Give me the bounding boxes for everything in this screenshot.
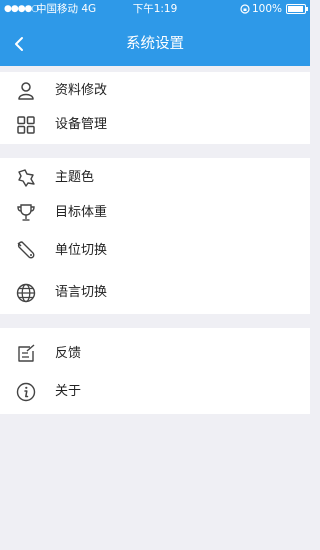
navigation-bar: 系统设置 [0, 22, 310, 66]
battery-percent: 100% [251, 3, 282, 15]
settings-item-label: 关于 [55, 384, 82, 399]
status-right: 100% [240, 0, 308, 18]
person-icon [14, 79, 38, 103]
settings-item-label: 资料修改 [55, 83, 108, 98]
settings-group-preferences: 主题色 目标体重 单位切换 语言切换 [0, 158, 310, 314]
grid-icon [14, 113, 38, 137]
settings-item-label: 设备管理 [55, 117, 108, 132]
settings-group-account: 资料修改 设备管理 [0, 72, 310, 144]
info-icon [14, 380, 38, 404]
settings-item-label: 语言切换 [55, 285, 108, 300]
settings-item-target-weight[interactable]: 目标体重 [0, 196, 310, 230]
page-title: 系统设置 [126, 36, 184, 52]
battery-icon [286, 4, 308, 14]
settings-item-label: 单位切换 [55, 243, 108, 258]
edit-icon [14, 342, 38, 366]
settings-item-profile[interactable]: 资料修改 [0, 74, 310, 108]
paint-icon [14, 166, 38, 190]
settings-item-label: 主题色 [55, 170, 95, 185]
globe-icon [14, 281, 38, 305]
settings-item-language[interactable]: 语言切换 [0, 276, 310, 310]
status-bar: ●●●●○ 中国移动 4G 下午1:19 100% [0, 0, 310, 18]
settings-item-label: 反馈 [55, 346, 82, 361]
rotation-lock-icon [240, 4, 250, 14]
settings-item-about[interactable]: 关于 [0, 375, 310, 409]
settings-item-theme-color[interactable]: 主题色 [0, 161, 310, 195]
app-header: ●●●●○ 中国移动 4G 下午1:19 100% 系统设置 [0, 0, 310, 66]
settings-item-label: 目标体重 [55, 205, 108, 220]
settings-group-support: 反馈 关于 [0, 328, 310, 414]
trophy-icon [14, 201, 38, 225]
settings-item-unit-switch[interactable]: 单位切换 [0, 234, 310, 268]
wrench-icon [14, 239, 38, 263]
settings-item-devices[interactable]: 设备管理 [0, 108, 310, 142]
settings-item-feedback[interactable]: 反馈 [0, 337, 310, 371]
